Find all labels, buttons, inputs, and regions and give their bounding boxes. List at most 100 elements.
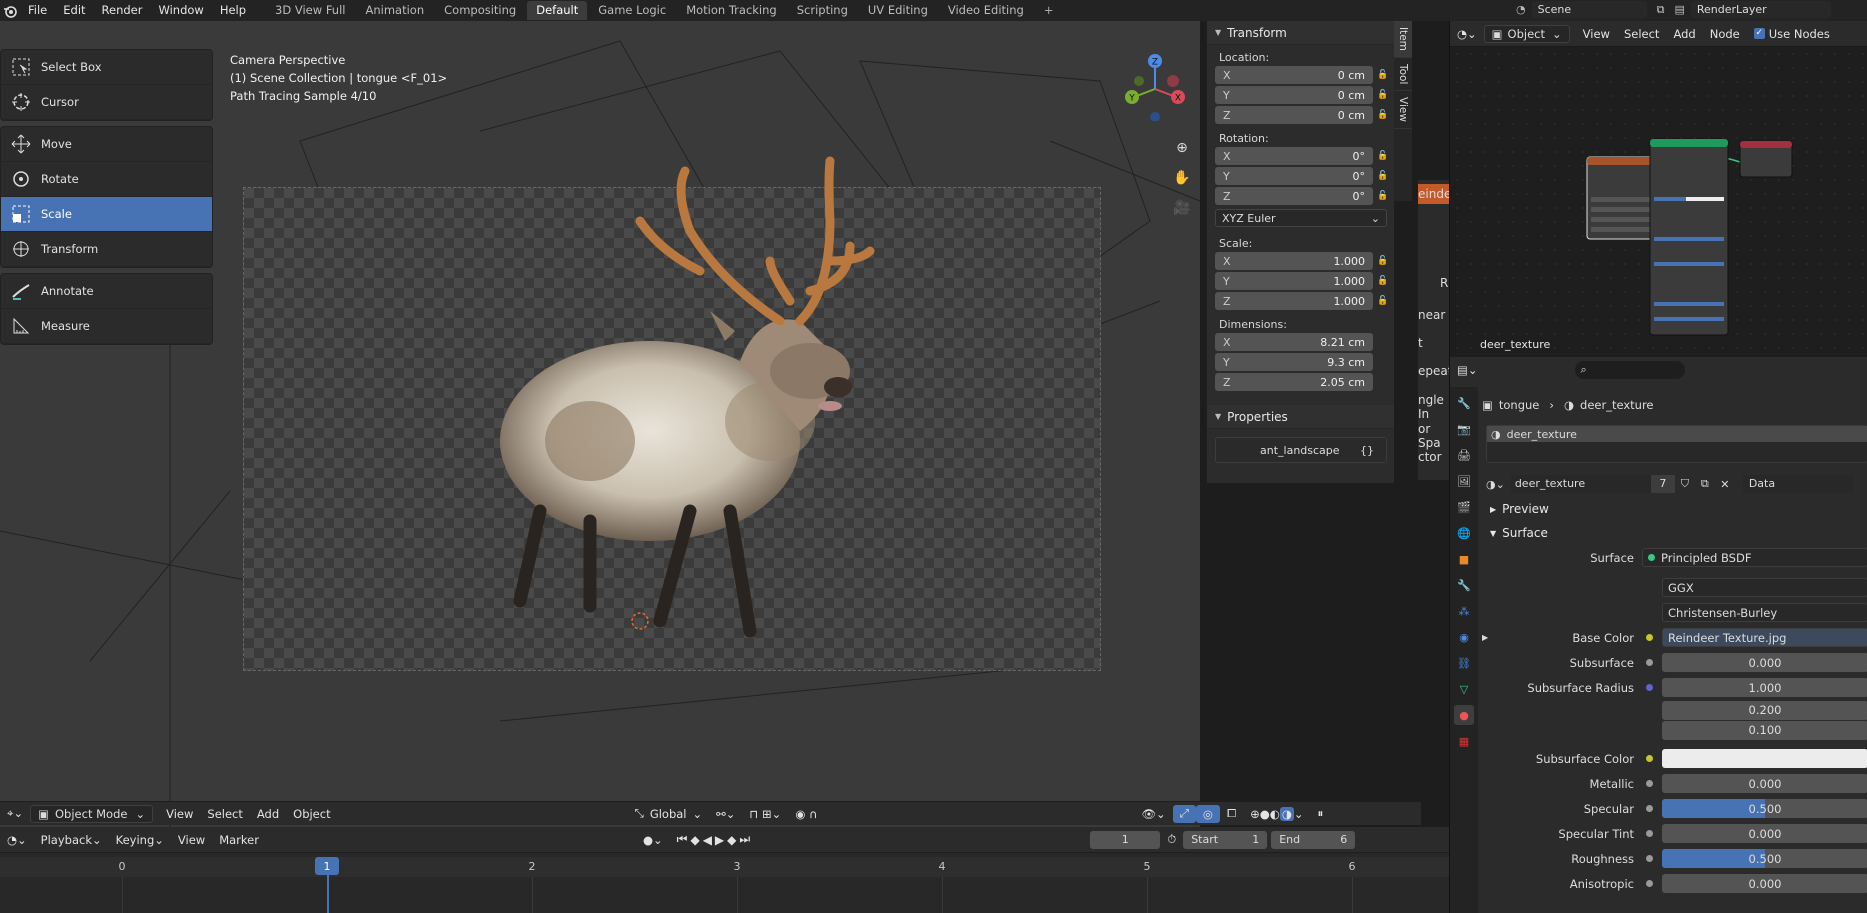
physics-tab-icon[interactable]: ◉	[1454, 627, 1474, 647]
menu-help[interactable]: Help	[212, 0, 254, 21]
material-name-field[interactable]: deer_texture	[1510, 475, 1651, 493]
location-x-field[interactable]: X 0 cm	[1215, 66, 1373, 84]
tool-tab-icon[interactable]: 🔧	[1454, 393, 1474, 413]
world-tab-icon[interactable]: 🌐	[1454, 523, 1474, 543]
lock-icon[interactable]: 🔓	[1373, 276, 1393, 286]
data-tab-icon[interactable]: ▽	[1454, 679, 1474, 699]
tool-annotate[interactable]: Annotate	[1, 274, 212, 309]
zoom-icon[interactable]: ⊕	[1171, 137, 1193, 159]
surface-section-header[interactable]: ▼ Surface	[1482, 521, 1867, 545]
xray-icon[interactable]: ⧠	[1220, 805, 1243, 823]
scene-tab-icon[interactable]: 🎬	[1454, 497, 1474, 517]
record-icon[interactable]: ●⌄	[636, 831, 670, 849]
end-frame-field[interactable]: End 6	[1271, 830, 1356, 849]
tab-compositing[interactable]: Compositing	[435, 1, 525, 20]
output-tab-icon[interactable]: 🖨	[1454, 445, 1474, 465]
tab-item[interactable]: Item	[1394, 21, 1412, 58]
location-z-field[interactable]: Z 0 cm	[1215, 106, 1373, 124]
rotation-mode-dropdown[interactable]: XYZ Euler ⌄	[1215, 209, 1387, 227]
subsurface-radius-y[interactable]: 0.200	[1662, 700, 1867, 720]
use-nodes-toggle[interactable]: ✓ Use Nodes	[1747, 25, 1837, 43]
play-icon[interactable]: ▶	[715, 833, 727, 847]
playhead[interactable]: 1	[315, 857, 339, 875]
dimensions-z-field[interactable]: Z 2.05 cm	[1215, 373, 1373, 391]
roughness-slider[interactable]: 0.500	[1662, 849, 1867, 868]
object-tab-icon[interactable]: ■	[1454, 549, 1474, 569]
tab-animation[interactable]: Animation	[356, 1, 433, 20]
tool-select-box[interactable]: Select Box	[1, 50, 212, 85]
menu-add[interactable]: Add	[1666, 25, 1702, 43]
tool-measure[interactable]: Measure	[1, 309, 212, 344]
constraints-tab-icon[interactable]: ⛓	[1454, 653, 1474, 673]
menu-add[interactable]: Add	[250, 805, 286, 823]
tab-default[interactable]: Default	[527, 1, 588, 20]
lock-icon[interactable]: 🔓	[1373, 171, 1393, 181]
add-workspace-button[interactable]: +	[1035, 1, 1063, 20]
view-layer-tab-icon[interactable]: 🖼	[1454, 471, 1474, 491]
tool-cursor[interactable]: Cursor	[1, 85, 212, 120]
rotation-x-field[interactable]: X 0°	[1215, 147, 1373, 165]
lock-icon[interactable]: 🔓	[1373, 110, 1393, 120]
current-frame-field[interactable]: 1	[1090, 830, 1161, 849]
node-canvas[interactable]: deer_texture	[1450, 47, 1867, 357]
tab-tool[interactable]: Tool	[1394, 58, 1412, 92]
overlay-toggle-icon[interactable]: ◎	[1195, 804, 1220, 823]
dimensions-x-field[interactable]: X 8.21 cm	[1215, 333, 1373, 351]
specular-slider[interactable]: 0.500	[1662, 799, 1867, 818]
scale-y-field[interactable]: Y 1.000	[1215, 272, 1373, 290]
orientation-dropdown[interactable]: ⤡ Global ⌄	[628, 805, 710, 823]
menu-marker[interactable]: Marker	[212, 831, 266, 849]
tab-motion-tracking[interactable]: Motion Tracking	[677, 1, 786, 20]
tab-3d-view-full[interactable]: 3D View Full	[266, 1, 354, 20]
menu-keying[interactable]: Keying ⌄	[109, 831, 171, 849]
play-reverse-icon[interactable]: ◀	[703, 833, 715, 847]
tab-uv-editing[interactable]: UV Editing	[859, 1, 937, 20]
mode-dropdown[interactable]: ▣ Object Mode ⌄	[30, 804, 154, 823]
expand-arrow-icon[interactable]: ▶	[1482, 633, 1502, 642]
new-scene-icon[interactable]: ⧉	[1657, 3, 1665, 17]
link-dropdown[interactable]: Data	[1742, 475, 1853, 493]
surface-shader-field[interactable]: Principled BSDF	[1642, 548, 1867, 567]
duplicate-icon[interactable]: ⧉	[1695, 477, 1715, 491]
timeline-ruler[interactable]: 0 2 3 4 5 6	[0, 857, 1449, 913]
menu-playback[interactable]: Playback ⌄	[34, 831, 109, 849]
texture-tab-icon[interactable]: ▦	[1454, 731, 1474, 751]
lock-icon[interactable]: 🔓	[1373, 151, 1393, 161]
gizmo-toggle-icon[interactable]: ⤢	[1172, 804, 1196, 823]
lock-icon[interactable]: 🔓	[1373, 296, 1393, 306]
camera-view-icon[interactable]: 🎥	[1171, 197, 1193, 219]
tool-move[interactable]: Move	[1, 127, 212, 162]
subsurface-color-swatch[interactable]	[1662, 749, 1867, 768]
subsurface-radius-z[interactable]: 0.100	[1662, 720, 1867, 740]
tab-video-editing[interactable]: Video Editing	[939, 1, 1033, 20]
scale-x-field[interactable]: X 1.000	[1215, 252, 1373, 270]
fake-user-icon[interactable]: ⛉	[1675, 477, 1695, 491]
shader-node-editor[interactable]: ◔⌄ ▣ Object ⌄ View Select Add Node ✓ Use No…	[1449, 21, 1867, 357]
base-color-field[interactable]: Reindeer Texture.jpg	[1662, 628, 1867, 647]
rotation-y-field[interactable]: Y 0°	[1215, 167, 1373, 185]
proportional-edit-icon[interactable]: ◉ ∩	[788, 805, 824, 823]
rotation-z-field[interactable]: Z 0°	[1215, 187, 1373, 205]
jump-end-icon[interactable]: ⏭	[739, 832, 753, 847]
subsurface-radius-x[interactable]: 1.000	[1662, 678, 1867, 697]
stopwatch-icon[interactable]: ⏱	[1160, 831, 1183, 849]
custom-property-item[interactable]: ant_landscape {}	[1215, 437, 1387, 463]
menu-view[interactable]: View	[1576, 25, 1617, 43]
modifier-tab-icon[interactable]: 🔧	[1454, 575, 1474, 595]
next-key-icon[interactable]: ◆	[727, 833, 739, 847]
menu-edit[interactable]: Edit	[55, 0, 93, 21]
tool-transform[interactable]: Transform	[1, 232, 212, 267]
jump-start-icon[interactable]: ⏮	[677, 832, 691, 847]
shader-type-dropdown[interactable]: ▣ Object ⌄	[1483, 24, 1570, 43]
pivot-icon[interactable]: ⚯⌄	[709, 805, 742, 823]
menu-view[interactable]: View	[159, 805, 200, 823]
properties-panel-header[interactable]: ▼ Properties	[1207, 405, 1394, 429]
menu-object[interactable]: Object	[286, 805, 337, 823]
material-tab-icon[interactable]: ●	[1454, 705, 1474, 725]
scene-name[interactable]: Scene	[1531, 1, 1647, 18]
menu-view[interactable]: View	[171, 831, 212, 849]
lock-icon[interactable]: 🔓	[1373, 256, 1393, 266]
specular-tint-field[interactable]: 0.000	[1662, 824, 1867, 843]
material-slot[interactable]: ◑ deer_texture	[1487, 426, 1867, 442]
anisotropic-field[interactable]: 0.000	[1662, 874, 1867, 893]
